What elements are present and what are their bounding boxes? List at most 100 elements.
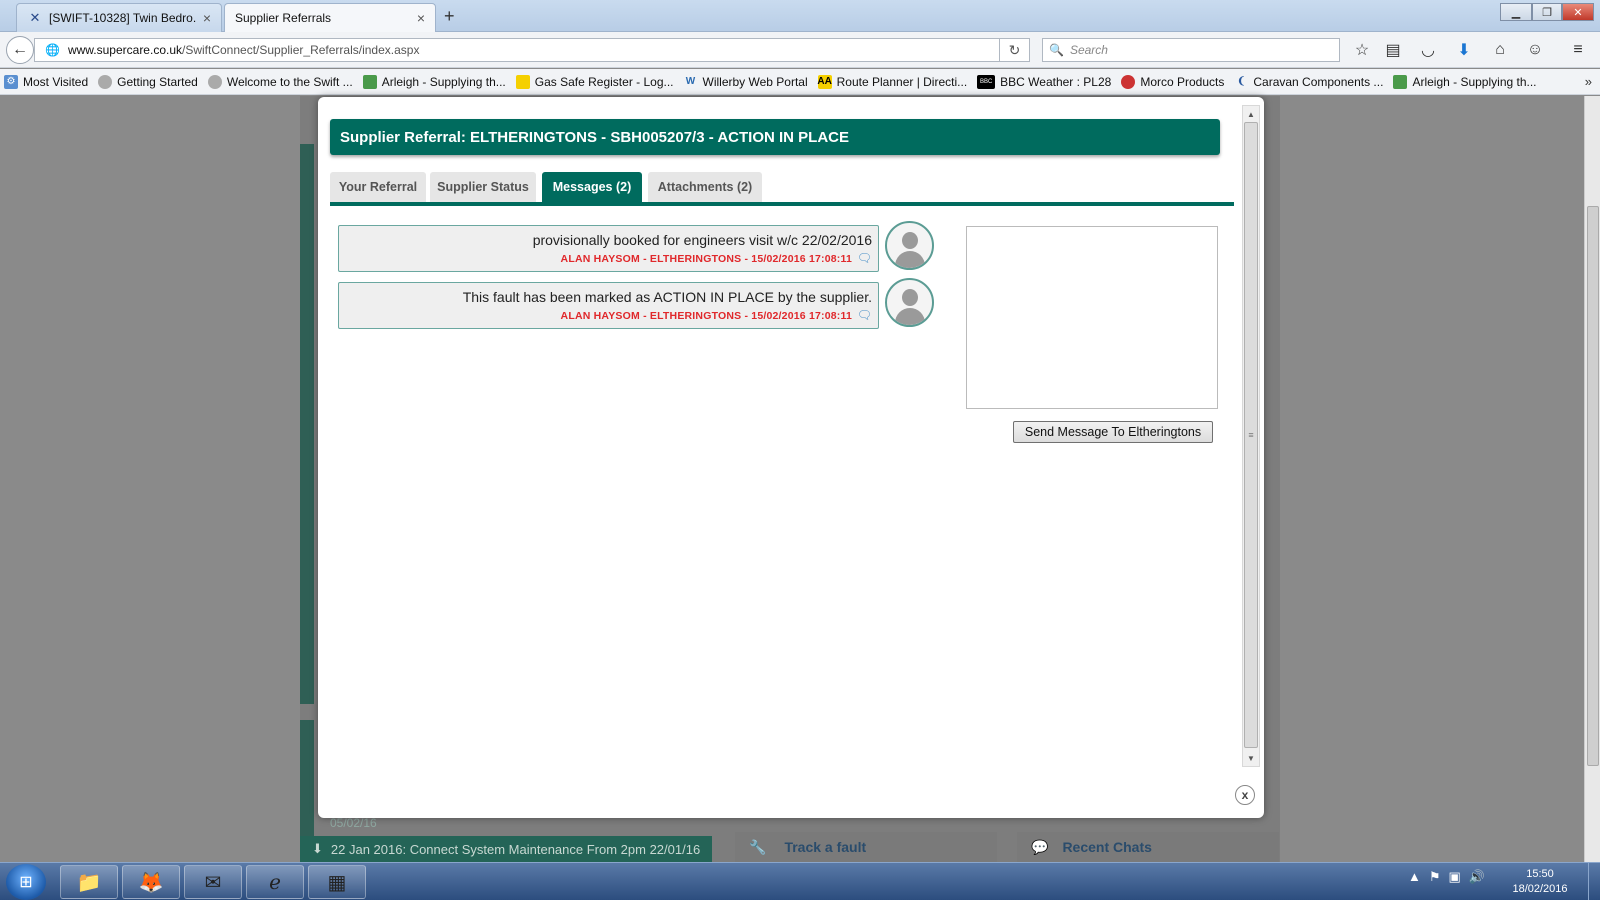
bookmark-item[interactable]: Gas Safe Register - Log... [515,74,674,89]
clock-time: 15:50 [1526,868,1554,880]
show-hidden-icons-icon[interactable]: ▲ [1408,869,1429,884]
bookmark-item[interactable]: W Willerby Web Portal [684,75,808,89]
gear-icon: ⚙ [4,74,18,89]
modal-title: Supplier Referral: ELTHERINGTONS - SBH00… [330,119,1220,155]
tab-messages[interactable]: Messages (2) [542,172,642,202]
close-tab-icon[interactable]: × [417,10,425,26]
bookmark-star-icon[interactable]: ☆ [1352,40,1372,60]
send-message-button[interactable]: Send Message To Eltheringtons [1013,421,1213,443]
page-scrollbar[interactable] [1584,96,1600,862]
pocket-icon[interactable]: ◡ [1418,40,1438,60]
message-meta: ALAN HAYSOM - ELTHERINGTONS - 15/02/2016… [560,253,852,265]
globe-icon [207,74,222,89]
chat-icon: 💬 [1031,838,1049,855]
back-button[interactable]: ← [6,36,34,64]
search-placeholder: Search [1069,43,1108,57]
modal-scrollbar[interactable]: ▲ ≡ ▼ [1242,105,1260,767]
clock-date: 18/02/2016 [1512,883,1568,895]
reload-icon[interactable]: ↻ [1000,38,1030,62]
outlook-icon[interactable]: ✉ [184,865,242,899]
bookmark-item[interactable]: ⚙ Most Visited [4,74,88,89]
action-center-flag-icon[interactable]: ⚑ [1429,869,1449,884]
hello-chat-icon[interactable]: ☺ [1525,40,1545,60]
volume-icon[interactable]: 🔊 [1469,869,1493,884]
bookmark-item[interactable]: Welcome to the Swift ... [207,74,353,89]
calendar-app-icon[interactable]: ▦ [308,865,366,899]
message-text: This fault has been marked as ACTION IN … [462,289,872,305]
bookmark-item[interactable]: Arleigh - Supplying th... [362,74,506,89]
news-date: 05/02/16 [330,816,377,830]
jira-icon: ✕ [29,10,41,25]
site-info-icon[interactable]: 🌐 [45,43,60,57]
bookmark-label: Gas Safe Register - Log... [534,74,674,89]
browser-tab-supplier-referrals[interactable]: Supplier Referrals × [224,3,436,32]
menu-icon[interactable]: ≡ [1568,40,1588,60]
restore-button[interactable]: ❐ [1532,3,1562,21]
bookmark-label: Morco Products [1140,74,1225,89]
news-item[interactable]: ⬇ 22 Jan 2016: Connect System Maintenance… [300,836,712,862]
bookmark-item[interactable]: Morco Products [1121,74,1225,89]
bookmark-item[interactable]: Arleigh - Supplying th... [1393,74,1537,89]
tile-label: Track a fault [784,839,867,855]
bookmark-item[interactable]: ❨ Caravan Components ... [1234,75,1383,89]
minimize-button[interactable]: ▁ [1500,3,1532,21]
reading-list-icon[interactable]: ▤ [1383,40,1403,60]
tile-label: Recent Chats [1062,839,1152,855]
modal-tabs: Your Referral Supplier Status Messages (… [330,172,1234,206]
network-icon[interactable]: ▣ [1449,869,1469,884]
file-explorer-icon[interactable]: 📁 [60,865,118,899]
scroll-down-icon[interactable]: ▼ [1243,750,1259,766]
bookmark-label: Arleigh - Supplying th... [1412,74,1537,89]
internet-explorer-icon[interactable]: ℯ [246,865,304,899]
clock[interactable]: 15:50 18/02/2016 [1500,867,1580,897]
bookmark-item[interactable]: Getting Started [98,74,198,89]
bookmark-label: Route Planner | Directi... [836,74,968,89]
navigation-bar: ← 🌐 www.supercare.co.uk/SwiftConnect/Sup… [0,32,1600,68]
gas-safe-icon [515,74,530,89]
search-icon: 🔍 [1049,43,1064,57]
bookmark-item[interactable]: BBC BBC Weather : PL28 [977,74,1111,89]
close-window-button[interactable]: ✕ [1562,3,1594,21]
close-modal-button[interactable]: x [1235,785,1255,805]
url-bar[interactable]: 🌐 www.supercare.co.uk/SwiftConnect/Suppl… [34,38,1000,62]
arrow-down-icon: ⬇ [312,841,323,856]
tab-supplier-status[interactable]: Supplier Status [430,172,536,202]
news-text: 22 Jan 2016: Connect System Maintenance … [330,841,701,857]
show-desktop-button[interactable] [1588,863,1600,900]
bookmarks-bar: ⚙ Most Visited Getting Started Welcome to… [0,69,1600,95]
bookmark-label: Arleigh - Supplying th... [381,74,506,89]
tab-your-referral[interactable]: Your Referral [330,172,426,202]
tab-attachments[interactable]: Attachments (2) [648,172,762,202]
more-bookmarks-chevron-icon[interactable]: » [1585,74,1592,89]
arleigh-icon [362,74,377,89]
message-item: provisionally booked for engineers visit… [338,225,879,272]
new-tab-button[interactable]: + [444,6,455,27]
search-input[interactable]: 🔍 Search [1042,38,1340,62]
home-icon[interactable]: ⌂ [1490,40,1510,60]
scroll-up-icon[interactable]: ▲ [1243,106,1259,122]
modal-scrollbar-thumb[interactable]: ≡ [1244,122,1258,748]
browser-tab-swift[interactable]: ✕ [SWIFT-10328] Twin Bedro... × [16,3,222,32]
bookmark-label: Willerby Web Portal [702,74,808,89]
bookmark-label: Welcome to the Swift ... [226,74,353,89]
bookmark-label: Getting Started [117,74,198,89]
speech-bubble-icon: 🗨 [856,308,872,322]
supplier-referral-modal: Supplier Referral: ELTHERINGTONS - SBH00… [318,97,1264,818]
track-fault-tile[interactable]: 🔧 Track a fault [735,832,997,862]
recent-chats-tile[interactable]: 💬 Recent Chats [1017,832,1279,862]
page-panel-edge [300,144,314,624]
browser-tab-bar: ✕ [SWIFT-10328] Twin Bedro... × Supplier… [0,0,1600,32]
message-input[interactable] [966,226,1218,409]
firefox-icon[interactable]: 🦊 [122,865,180,899]
download-icon[interactable]: ⬇ [1454,40,1474,60]
page-scrollbar-thumb[interactable] [1587,206,1599,766]
close-tab-icon[interactable]: × [203,10,211,26]
bbc-icon: BBC [977,74,996,89]
tools-icon: 🔧 [749,838,767,855]
message-meta: ALAN HAYSOM - ELTHERINGTONS - 15/02/2016… [560,310,852,322]
willerby-icon: W [685,76,696,87]
start-button[interactable]: ⊞ [6,864,46,900]
bookmark-label: Caravan Components ... [1253,74,1384,89]
system-tray[interactable]: ▲⚑▣🔊 [1408,869,1493,885]
bookmark-item[interactable]: AA Route Planner | Directi... [817,74,968,89]
